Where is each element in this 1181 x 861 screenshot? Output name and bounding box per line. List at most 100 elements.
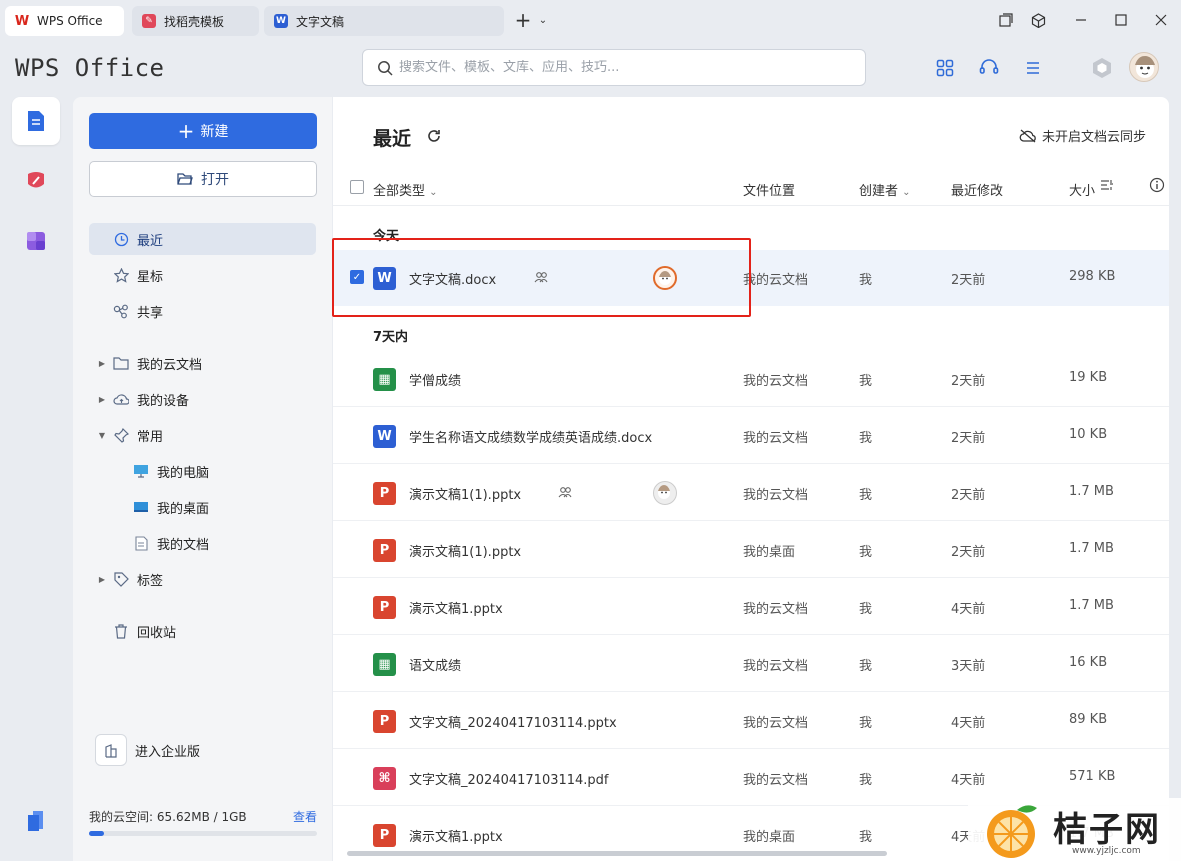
title-bar: W WPS Office ✎ 找稻壳模板 W 文字文稿 + ⌄ (0, 0, 1181, 40)
enterprise-entry[interactable]: 进入企业版 (95, 734, 200, 766)
file-creator: 我 (859, 773, 873, 788)
file-modified: 2天前 (951, 545, 986, 560)
word-file-icon: W (373, 425, 396, 448)
file-row[interactable]: P 演示文稿1(1).pptx 我的云文档 我 2天前 1.7 MB (333, 465, 1169, 521)
expand-arrow-icon[interactable]: ▶ (97, 359, 107, 368)
horizontal-scrollbar[interactable] (347, 851, 887, 856)
menu-button[interactable] (1020, 55, 1046, 81)
file-row[interactable]: ▦ 语文成绩 我的云文档 我 3天前 16 KB (333, 636, 1169, 692)
sidebar-item-trash[interactable]: 回收站 (89, 615, 316, 647)
column-size[interactable]: 大小 (1069, 180, 1095, 199)
member-badge[interactable] (1089, 55, 1115, 81)
tab-word-doc[interactable]: W 文字文稿 (264, 6, 504, 36)
info-button[interactable] (1149, 177, 1165, 197)
sidebar-item-my-documents[interactable]: 我的文档 (89, 527, 316, 559)
open-button[interactable]: 打开 (89, 161, 317, 197)
close-icon (1155, 14, 1167, 26)
chevron-down-icon: ⌄ (538, 14, 548, 26)
column-modified[interactable]: 最近修改 (951, 180, 1003, 199)
close-button[interactable] (1148, 8, 1174, 32)
storage-label: 我的云空间: 65.62MB / 1GB (89, 810, 247, 824)
sidebar-item-my-computer[interactable]: 我的电脑 (89, 455, 316, 487)
file-location: 我的云文档 (743, 716, 809, 731)
row-checkbox[interactable]: ✓ (350, 270, 364, 284)
storage-view-link[interactable]: 查看 (293, 808, 317, 825)
new-button-label: 新建 (200, 124, 229, 140)
expand-arrow-icon[interactable]: ▶ (97, 395, 107, 404)
app-header: WPS Office (0, 40, 1181, 96)
new-button[interactable]: + 新建 (89, 113, 317, 149)
file-name: 演示文稿1.pptx (409, 830, 503, 845)
file-row[interactable]: P 文字文稿_20240417103114.pptx 我的云文档 我 4天前 89 KB (333, 693, 1169, 749)
sidebar-item-tags[interactable]: ▶ 标签 (89, 563, 316, 595)
sidebar-item-label: 标签 (137, 573, 164, 589)
file-location: 我的云文档 (743, 374, 809, 389)
rail-files[interactable] (12, 797, 60, 845)
user-avatar[interactable] (1129, 52, 1159, 82)
sidebar-item-shared[interactable]: 共享 (89, 295, 316, 327)
tab-docer[interactable]: ✎ 找稻壳模板 (132, 6, 259, 36)
sidebar-item-my-desktop[interactable]: 我的桌面 (89, 491, 316, 523)
search-input[interactable] (399, 60, 819, 75)
document-icon (133, 535, 149, 551)
file-row[interactable]: ▦ 学僧成绩 我的云文档 我 2天前 19 KB (333, 351, 1169, 407)
support-button[interactable] (976, 55, 1002, 81)
tag-icon (113, 571, 129, 587)
cloud-sync-status[interactable]: 未开启文档云同步 (1019, 126, 1146, 145)
expand-arrow-icon[interactable]: ▶ (97, 575, 107, 584)
tab-wps-office[interactable]: W WPS Office (5, 6, 124, 36)
avatar-icon (1135, 56, 1155, 78)
file-location: 我的桌面 (743, 830, 796, 845)
docer-icon: ✎ (142, 14, 156, 28)
refresh-button[interactable] (424, 125, 444, 147)
sidebar-item-frequent[interactable]: ▼ 常用 (89, 419, 316, 451)
shared-users-icon (558, 485, 574, 501)
file-row[interactable]: W 学生名称语文成绩数学成绩英语成绩.docx 我的云文档 我 2天前 10 KB (333, 408, 1169, 464)
cube-button[interactable] (1025, 8, 1051, 32)
collaborator-avatar[interactable] (653, 481, 677, 505)
file-modified: 2天前 (951, 431, 986, 446)
window-layout-button[interactable] (993, 8, 1019, 32)
minimize-button[interactable] (1068, 8, 1094, 32)
file-row[interactable]: ✓ W 文字文稿.docx 我的云文档 我 2天前 298 KB (333, 250, 1169, 306)
search-box[interactable] (362, 49, 866, 86)
share-icon (113, 303, 129, 319)
tab-list-button[interactable]: ⌄ (530, 8, 556, 32)
apps-button[interactable] (932, 55, 958, 81)
tab-label: 文字文稿 (296, 14, 345, 29)
trash-icon (113, 623, 129, 639)
apps-cube-icon (27, 232, 45, 250)
open-folder-icon (177, 173, 193, 185)
column-settings-button[interactable] (1100, 178, 1114, 196)
file-row[interactable]: P 演示文稿1(1).pptx 我的桌面 我 2天前 1.7 MB (333, 522, 1169, 578)
sidebar-item-recent[interactable]: 最近 (89, 223, 316, 255)
file-location: 我的云文档 (743, 431, 809, 446)
type-filter[interactable]: 全部类型 ⌄ (373, 180, 438, 199)
rail-documents[interactable] (12, 97, 60, 145)
file-name: 文字文稿_20240417103114.pptx (409, 716, 617, 731)
collaborator-avatar[interactable] (653, 266, 677, 290)
file-creator: 我 (859, 431, 873, 446)
sidebar-item-starred[interactable]: 星标 (89, 259, 316, 291)
sidebar-item-cloud-docs[interactable]: ▶ 我的云文档 (89, 347, 316, 379)
sidebar-item-label: 共享 (137, 305, 164, 321)
file-creator: 我 (859, 273, 873, 288)
file-creator: 我 (859, 545, 873, 560)
file-row[interactable]: P 演示文稿1.pptx 我的云文档 我 4天前 1.7 MB (333, 579, 1169, 635)
column-creator[interactable]: 创建者 ⌄ (859, 180, 911, 199)
building-icon (95, 734, 127, 766)
rail-apps[interactable] (12, 217, 60, 265)
rail-docer[interactable] (12, 157, 60, 205)
file-name: 演示文稿1(1).pptx (409, 545, 522, 560)
watermark-text: 桔子网 (1053, 810, 1161, 850)
column-creator-label: 创建者 (859, 184, 899, 199)
select-all-checkbox[interactable] (350, 180, 364, 194)
maximize-button[interactable] (1108, 8, 1134, 32)
computer-icon (133, 463, 149, 479)
sidebar-item-devices[interactable]: ▶ 我的设备 (89, 383, 316, 415)
collapse-arrow-icon[interactable]: ▼ (97, 431, 107, 440)
file-size: 16 KB (1069, 655, 1108, 670)
shared-users-icon (534, 270, 550, 286)
column-location[interactable]: 文件位置 (743, 180, 795, 199)
shield-badge-icon (1093, 58, 1111, 78)
